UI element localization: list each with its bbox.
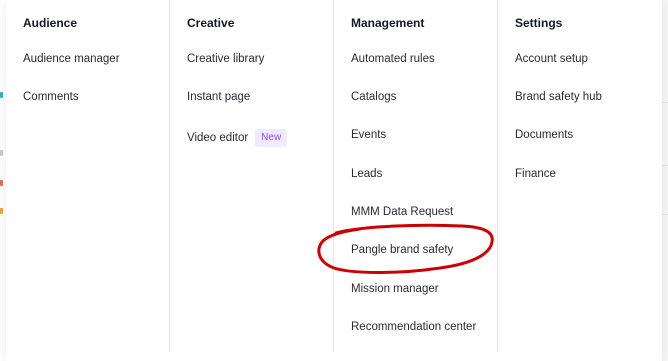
- tools-dropdown-menu: Audience Audience manager Comments Creat…: [6, 0, 662, 361]
- column-title-audience: Audience: [23, 16, 78, 30]
- column-title-creative: Creative: [187, 16, 235, 30]
- menu-item-automated-rules[interactable]: Automated rules: [351, 52, 435, 66]
- screen: Audience Audience manager Comments Creat…: [0, 0, 668, 361]
- menu-item-recommendation-center[interactable]: Recommendation center: [351, 320, 476, 334]
- menu-item-documents[interactable]: Documents: [515, 128, 573, 142]
- menu-item-creative-library[interactable]: Creative library: [187, 52, 264, 66]
- menu-item-leads[interactable]: Leads: [351, 167, 382, 181]
- menu-column-management: Management Automated rules Catalogs Even…: [334, 0, 498, 352]
- menu-item-pangle-brand-safety[interactable]: Pangle brand safety: [351, 243, 453, 257]
- menu-item-video-editor[interactable]: Video editor New: [187, 129, 288, 147]
- menu-item-audience-manager[interactable]: Audience manager: [23, 52, 120, 66]
- menu-item-account-setup[interactable]: Account setup: [515, 52, 588, 66]
- menu-item-video-editor-label: Video editor: [187, 132, 249, 145]
- column-title-management: Management: [351, 16, 425, 30]
- menu-item-instant-page[interactable]: Instant page: [187, 90, 250, 104]
- menu-item-events[interactable]: Events: [351, 128, 386, 142]
- menu-item-brand-safety-hub[interactable]: Brand safety hub: [515, 90, 602, 104]
- new-badge: New: [255, 129, 288, 147]
- column-title-settings: Settings: [515, 16, 563, 30]
- menu-column-creative: Creative Creative library Instant page V…: [170, 0, 334, 352]
- menu-item-finance[interactable]: Finance: [515, 167, 556, 181]
- menu-item-comments[interactable]: Comments: [23, 90, 79, 104]
- menu-item-catalogs[interactable]: Catalogs: [351, 90, 396, 104]
- menu-item-mission-manager[interactable]: Mission manager: [351, 282, 439, 296]
- menu-item-mmm-data-request[interactable]: MMM Data Request: [351, 205, 453, 219]
- menu-column-settings: Settings Account setup Brand safety hub …: [498, 0, 662, 352]
- menu-column-audience: Audience Audience manager Comments: [6, 0, 170, 352]
